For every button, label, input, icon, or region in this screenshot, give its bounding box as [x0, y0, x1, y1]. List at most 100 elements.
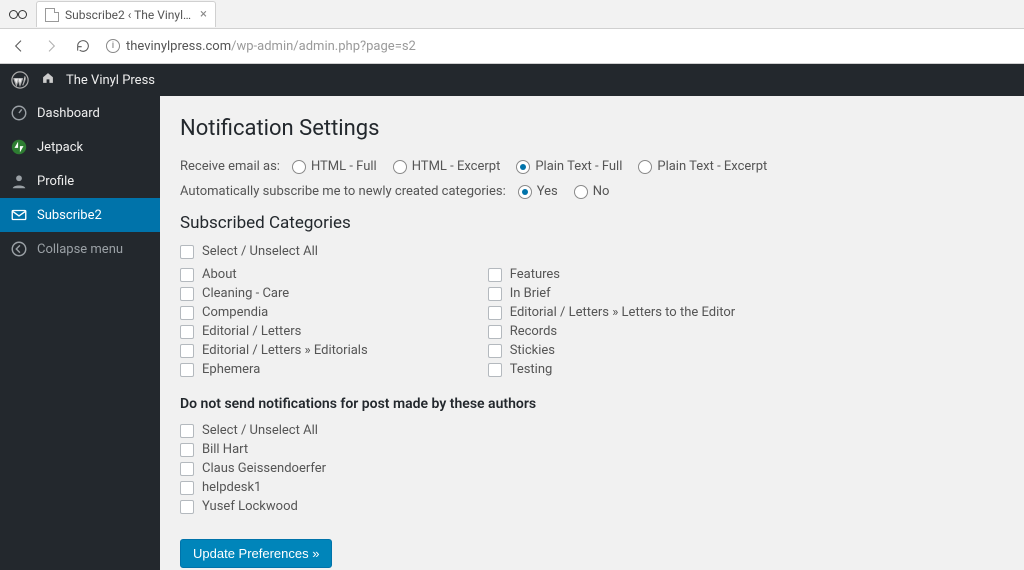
- authors-select-all[interactable]: Select / Unselect All: [180, 422, 1004, 439]
- checkbox-icon: [180, 500, 194, 514]
- category-checkbox[interactable]: Features: [488, 266, 736, 283]
- mail-icon: [10, 206, 28, 224]
- subscribed-categories-heading: Subscribed Categories: [180, 213, 1004, 233]
- radio-label: Plain Text - Excerpt: [657, 159, 767, 174]
- category-checkbox[interactable]: Cleaning - Care: [180, 285, 368, 302]
- checkbox-icon: [180, 462, 194, 476]
- wordpress-logo-icon[interactable]: [10, 70, 30, 90]
- sidebar-item-dashboard[interactable]: Dashboard: [0, 96, 160, 130]
- tab-title: Subscribe2 ‹ The Vinyl P: [65, 8, 192, 22]
- checkbox-label: Select / Unselect All: [202, 244, 318, 259]
- site-name[interactable]: The Vinyl Press: [66, 73, 155, 88]
- checkbox-icon: [180, 306, 194, 320]
- category-checkbox[interactable]: Records: [488, 323, 736, 340]
- checkbox-label: Editorial / Letters » Letters to the Edi…: [510, 305, 736, 320]
- radio-label: No: [593, 184, 610, 199]
- author-checkbox[interactable]: helpdesk1: [180, 479, 1004, 496]
- author-list: Select / Unselect All Bill Hart Claus Ge…: [180, 422, 1004, 515]
- categories-select-all[interactable]: Select / Unselect All: [180, 243, 1004, 260]
- forward-button[interactable]: [42, 37, 60, 55]
- checkbox-icon: [180, 268, 194, 282]
- profile-icon: [10, 172, 28, 190]
- checkbox-icon: [180, 363, 194, 377]
- category-checkbox[interactable]: Ephemera: [180, 361, 368, 378]
- checkbox-icon: [180, 245, 194, 259]
- authors-heading: Do not send notifications for post made …: [180, 396, 1004, 412]
- collapse-icon: [10, 240, 28, 258]
- checkbox-label: Stickies: [510, 343, 555, 358]
- jetpack-icon: [10, 138, 28, 156]
- sidebar-item-label: Collapse menu: [37, 242, 123, 257]
- category-checkbox[interactable]: Editorial / Letters » Letters to the Edi…: [488, 304, 736, 321]
- checkbox-label: Yusef Lockwood: [202, 499, 298, 514]
- checkbox-label: Records: [510, 324, 557, 339]
- sidebar-item-label: Jetpack: [37, 140, 83, 155]
- category-columns: About Cleaning - Care Compendia Editoria…: [180, 266, 1004, 378]
- checkbox-icon: [180, 481, 194, 495]
- radio-plain-excerpt[interactable]: Plain Text - Excerpt: [638, 159, 767, 174]
- checkbox-icon: [488, 325, 502, 339]
- checkbox-icon: [488, 306, 502, 320]
- browser-tab[interactable]: Subscribe2 ‹ The Vinyl P ×: [36, 1, 216, 27]
- checkbox-label: Editorial / Letters: [202, 324, 301, 339]
- incognito-icon: [8, 7, 28, 21]
- sidebar-item-subscribe2[interactable]: Subscribe2: [0, 198, 160, 232]
- category-checkbox[interactable]: Editorial / Letters » Editorials: [180, 342, 368, 359]
- checkbox-icon: [488, 344, 502, 358]
- radio-auto-yes[interactable]: Yes: [518, 184, 558, 199]
- category-checkbox[interactable]: Compendia: [180, 304, 368, 321]
- wp-admin-wrap: Dashboard Jetpack Profile Subscribe2 Col…: [0, 96, 1024, 570]
- radio-icon: [574, 185, 588, 199]
- checkbox-label: In Brief: [510, 286, 551, 301]
- home-icon[interactable]: [40, 71, 56, 89]
- radio-label: HTML - Excerpt: [412, 159, 501, 174]
- sidebar-collapse[interactable]: Collapse menu: [0, 232, 160, 266]
- page-icon: [45, 8, 59, 22]
- tab-close-icon[interactable]: ×: [200, 7, 207, 22]
- sidebar-item-profile[interactable]: Profile: [0, 164, 160, 198]
- radio-icon: [292, 160, 306, 174]
- radio-plain-full[interactable]: Plain Text - Full: [516, 159, 622, 174]
- radio-icon: [638, 160, 652, 174]
- category-checkbox[interactable]: In Brief: [488, 285, 736, 302]
- back-button[interactable]: [10, 37, 28, 55]
- checkbox-label: Testing: [510, 362, 553, 377]
- checkbox-icon: [180, 287, 194, 301]
- checkbox-icon: [180, 424, 194, 438]
- wp-admin-bar: The Vinyl Press: [0, 64, 1024, 96]
- radio-auto-no[interactable]: No: [574, 184, 610, 199]
- category-checkbox[interactable]: Editorial / Letters: [180, 323, 368, 340]
- tab-bar: Subscribe2 ‹ The Vinyl P ×: [0, 0, 1024, 29]
- site-info-icon[interactable]: i: [106, 39, 120, 53]
- reload-button[interactable]: [74, 37, 92, 55]
- author-checkbox[interactable]: Claus Geissendoerfer: [180, 460, 1004, 477]
- checkbox-label: Select / Unselect All: [202, 423, 318, 438]
- category-checkbox[interactable]: Stickies: [488, 342, 736, 359]
- radio-html-excerpt[interactable]: HTML - Excerpt: [393, 159, 501, 174]
- author-checkbox[interactable]: Yusef Lockwood: [180, 498, 1004, 515]
- author-checkbox[interactable]: Bill Hart: [180, 441, 1004, 458]
- url-field[interactable]: i thevinylpress.com/wp-admin/admin.php?p…: [106, 39, 1014, 54]
- checkbox-label: Ephemera: [202, 362, 260, 377]
- checkbox-label: helpdesk1: [202, 480, 261, 495]
- checkbox-icon: [488, 268, 502, 282]
- auto-subscribe-row: Automatically subscribe me to newly crea…: [180, 184, 1004, 199]
- page-title: Notification Settings: [180, 116, 1004, 141]
- checkbox-label: Claus Geissendoerfer: [202, 461, 326, 476]
- category-checkbox[interactable]: About: [180, 266, 368, 283]
- category-checkbox[interactable]: Testing: [488, 361, 736, 378]
- sidebar-item-jetpack[interactable]: Jetpack: [0, 130, 160, 164]
- update-preferences-button[interactable]: Update Preferences »: [180, 539, 332, 568]
- receive-email-label: Receive email as:: [180, 159, 280, 174]
- category-column-right: Features In Brief Editorial / Letters » …: [488, 266, 736, 378]
- checkbox-icon: [180, 325, 194, 339]
- radio-icon: [516, 160, 530, 174]
- checkbox-label: Bill Hart: [202, 442, 248, 457]
- browser-chrome: Subscribe2 ‹ The Vinyl P × i thevinylpre…: [0, 0, 1024, 64]
- radio-label: HTML - Full: [311, 159, 377, 174]
- checkbox-label: Compendia: [202, 305, 268, 320]
- checkbox-icon: [180, 443, 194, 457]
- checkbox-label: Cleaning - Care: [202, 286, 289, 301]
- radio-html-full[interactable]: HTML - Full: [292, 159, 377, 174]
- dashboard-icon: [10, 104, 28, 122]
